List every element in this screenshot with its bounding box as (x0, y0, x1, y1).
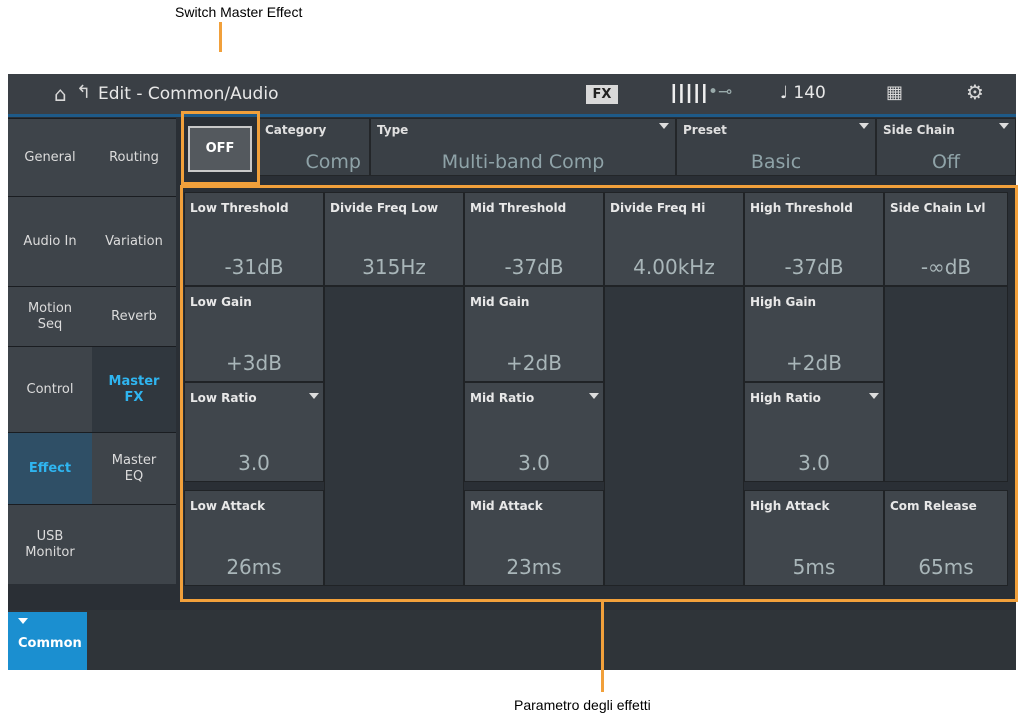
type-field[interactable]: Type Multi-band Comp (370, 118, 676, 176)
category-field[interactable]: Category Comp (258, 118, 370, 176)
usb-icon: •⊸ (708, 82, 733, 102)
subtab-reverb[interactable]: Reverb (92, 286, 176, 346)
callout-box-switch (181, 111, 260, 185)
side-chain-value: Off (931, 151, 961, 173)
side-chain-label: Side Chain (883, 123, 955, 137)
header-divider (8, 114, 1016, 117)
dropdown-icon (18, 618, 28, 624)
back-icon[interactable]: ↰ (76, 82, 91, 103)
tab-common-label: Common (18, 636, 82, 651)
type-value: Multi-band Comp (441, 151, 605, 173)
callout-line-top (219, 22, 222, 52)
tab-common[interactable]: Common (8, 612, 87, 670)
grid-icon[interactable]: ▦ (886, 82, 903, 103)
gear-icon[interactable]: ⚙ (966, 80, 984, 104)
side-chain-field[interactable]: Side Chain Off (876, 118, 1016, 176)
subtab-empty (92, 504, 176, 584)
bottom-bar (8, 610, 1016, 670)
tempo-display[interactable]: ♩ 140 (780, 83, 826, 103)
callout-line-bottom (601, 602, 604, 692)
tab-audio-in[interactable]: Audio In (8, 196, 92, 286)
page-title: Edit - Common/Audio (98, 84, 279, 104)
subtab-master-eq[interactable]: Master EQ (92, 432, 176, 504)
callout-effect-parameters: Parametro degli effetti (514, 697, 651, 713)
category-value: Comp (305, 151, 361, 173)
tab-control[interactable]: Control (8, 346, 92, 432)
home-icon[interactable]: ⌂ (54, 82, 67, 106)
callout-switch-master-effect: Switch Master Effect (175, 4, 303, 20)
type-label: Type (377, 123, 409, 137)
subtab-master-fx[interactable]: Master FX (92, 346, 176, 432)
preset-field[interactable]: Preset Basic (676, 118, 876, 176)
tab-usb-monitor[interactable]: USB Monitor (8, 504, 92, 584)
preset-value: Basic (750, 151, 802, 173)
header-bar: ⌂ ↰ Edit - Common/Audio FX ┃┃┃┃┃ •⊸ ♩ 14… (8, 74, 1016, 114)
preset-dropdown-icon (859, 123, 869, 129)
type-dropdown-icon (659, 123, 669, 129)
tab-motion-seq[interactable]: Motion Seq (8, 286, 92, 346)
keyboard-icon: ┃┃┃┃┃ (669, 84, 709, 103)
preset-label: Preset (683, 123, 727, 137)
subtab-routing[interactable]: Routing (92, 118, 176, 196)
category-label: Category (265, 123, 327, 137)
fx-badge: FX (586, 85, 618, 104)
side-chain-dropdown-icon (999, 123, 1009, 129)
tab-general[interactable]: General (8, 118, 92, 196)
tab-effect[interactable]: Effect (8, 432, 92, 504)
subtab-variation[interactable]: Variation (92, 196, 176, 286)
callout-box-params (180, 185, 1018, 602)
